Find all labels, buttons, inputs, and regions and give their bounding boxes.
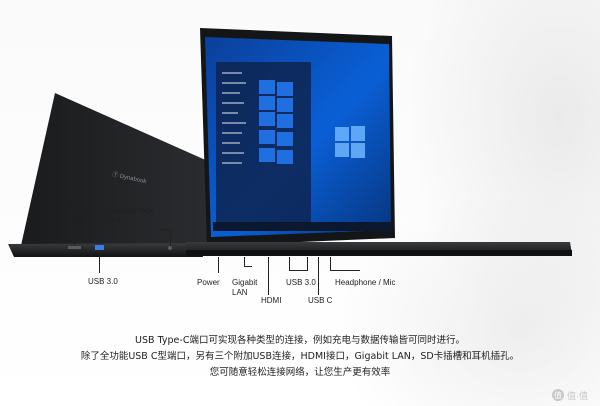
front-laptop xyxy=(186,28,572,256)
leader-hdmi xyxy=(268,257,269,295)
label-power: Power xyxy=(197,278,220,287)
product-stage: Ⓣ Dynabook SD card adapter Security lock… xyxy=(0,0,600,406)
feature-description: USB Type-C端口可实现各种类型的连接，例如充电与数据传输皆可同时进行。 … xyxy=(0,333,600,381)
watermark-logo-icon: 值 xyxy=(552,389,564,401)
leader-power xyxy=(218,257,219,273)
watermark-text: 值·值 xyxy=(567,390,588,401)
leader-sd-card xyxy=(74,226,75,246)
label-usb3-left: USB 3.0 xyxy=(88,277,118,286)
leader-lan-h xyxy=(244,266,252,267)
leader-security xyxy=(170,229,171,246)
description-line-3: 您可随意轻松连接网络，让您生产更有效率 xyxy=(209,367,391,378)
taskbar xyxy=(213,222,391,231)
label-usb-c: USB C xyxy=(308,296,333,305)
watermark: 值 值·值 xyxy=(552,388,592,402)
label-sd-card: SD card adapter xyxy=(63,206,92,225)
description-line-2: 除了全功能USB C型端口，另有三个附加USB连接，HDMI接口，Gigabit… xyxy=(80,351,520,362)
label-security-lock: Security lock slot xyxy=(108,206,154,225)
leader-headphone-h xyxy=(330,270,360,271)
leader-usb-right-h xyxy=(289,270,307,271)
leader-sd-card-h xyxy=(74,226,82,227)
leader-usb-right xyxy=(289,257,290,271)
leader-usb-left xyxy=(99,251,100,273)
label-hdmi: HDMI xyxy=(261,296,282,305)
description-line-1: USB Type-C端口可实现各种类型的连接，例如充电与数据传输皆可同时进行。 xyxy=(135,335,465,346)
label-gigabit-lan: Gigabit LAN xyxy=(232,278,258,297)
rear-laptop: Ⓣ Dynabook xyxy=(8,93,212,257)
label-usb3-right: USB 3.0 xyxy=(286,278,316,287)
leader-usbc xyxy=(318,257,319,295)
label-headphone-mic: Headphone / Mic xyxy=(335,278,396,287)
leader-security-h xyxy=(160,229,170,230)
leader-usb-right-2 xyxy=(307,257,308,271)
leader-headphone xyxy=(330,257,331,271)
